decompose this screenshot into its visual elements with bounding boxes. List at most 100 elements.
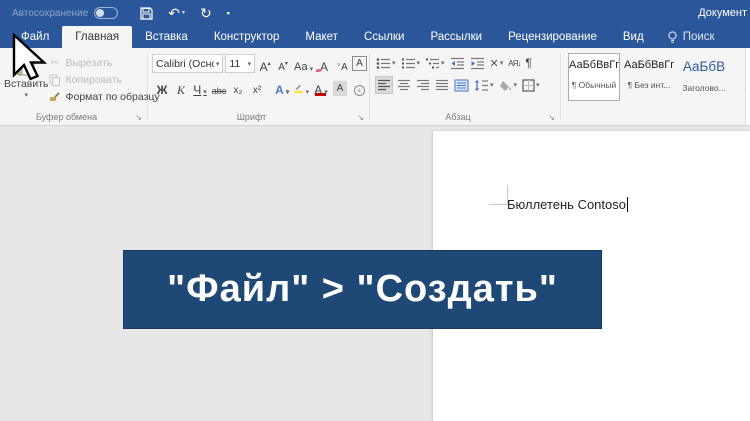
undo-button[interactable]: ↶ ▾ [168,6,185,20]
distribute-text-button[interactable] [453,76,470,94]
text-effects-button[interactable]: А ▾ [274,78,290,96]
align-center-button[interactable] [396,76,412,94]
paste-dropdown-icon[interactable]: ▾ [25,91,29,99]
paragraph-dialog-launcher-icon[interactable]: ↘ [548,114,555,122]
font-family-combobox[interactable]: Calibri (Осно ▾ [152,54,224,73]
tab-layout[interactable]: Макет [292,26,351,48]
asian-layout-button[interactable]: ✕ ▾ [489,54,505,72]
numbering-dropdown-icon[interactable]: ▾ [417,59,421,67]
show-paragraph-marks-button[interactable]: ¶ [524,54,532,72]
font-color-button[interactable]: А ▾ [313,78,329,96]
multilevel-dropdown-icon[interactable]: ▾ [441,59,445,67]
clear-formatting-button[interactable]: А [315,55,332,73]
tell-me-search[interactable]: Поиск [657,26,725,48]
justify-button[interactable] [434,76,450,94]
bullets-dropdown-icon[interactable]: ▾ [392,59,396,67]
underline-dropdown-icon[interactable]: ▾ [203,89,207,96]
search-label: Поиск [682,31,715,43]
lightbulb-icon [668,30,677,43]
style-label: Заголово... [682,83,726,93]
font-family-dropdown-icon[interactable]: ▾ [216,60,220,68]
style-preview: АаБбВвГг [569,59,619,71]
font-size-dropdown-icon[interactable]: ▾ [248,60,252,68]
tab-insert[interactable]: Вставка [132,26,201,48]
highlight-button[interactable]: ▾ [293,78,310,96]
tab-review[interactable]: Рецензирование [495,26,610,48]
copy-icon [49,74,62,86]
shading-dropdown-icon[interactable]: ▾ [514,81,518,89]
distribute-text-icon [454,79,469,91]
autosave-toggle[interactable] [94,7,119,19]
format-painter-button[interactable]: Формат по образцу [49,88,160,105]
tab-design[interactable]: Конструктор [201,26,293,48]
align-left-button[interactable] [375,76,393,94]
styles-gallery-scrollbar[interactable] [745,48,750,125]
clipboard-dialog-launcher-icon[interactable]: ↘ [135,114,142,122]
grow-font-icon: А [259,59,268,74]
grow-font-button[interactable]: А ▴ [257,55,273,73]
style-preview: АаБбВвГг [624,59,674,71]
style-card-normal[interactable]: АаБбВвГг ¶ Обычный [568,53,620,101]
italic-button[interactable]: К [173,78,189,96]
strikethrough-button[interactable]: abc [211,78,227,96]
line-spacing-button[interactable]: ▾ [473,76,495,94]
borders-button[interactable]: ▾ [521,76,541,94]
enclose-characters-button[interactable]: а [351,78,367,96]
cut-button[interactable]: ✂ Вырезать [49,54,160,71]
style-preview: АаБбВ [682,59,726,74]
font-group: Calibri (Осно ▾ 11 ▾ А ▴ А ▾ Аа ▾ А ッА А Ж … [148,48,369,125]
autosave-toggle-group[interactable]: Автосохранение [12,7,119,19]
word-window: Автосохранение ↶ ▾ ↻ ▪ Документ Файл Глав… [0,0,750,421]
copy-button[interactable]: Копировать [49,71,160,88]
bold-button[interactable]: Ж [154,78,170,96]
save-icon [140,6,153,20]
save-button[interactable] [140,6,153,20]
tab-references[interactable]: Ссылки [351,26,418,48]
bullets-button[interactable]: ▾ [375,54,397,72]
borders-dropdown-icon[interactable]: ▾ [536,81,540,89]
change-case-button[interactable]: Аа ▾ [293,55,314,73]
underline-button[interactable]: Ч ▾ [192,78,208,96]
align-right-icon [417,79,429,91]
align-right-button[interactable] [415,76,431,94]
shrink-font-button[interactable]: А ▾ [275,55,291,73]
document-heading[interactable]: Бюллетень Contoso [507,197,628,212]
multilevel-list-button[interactable]: ▾ [424,54,446,72]
line-spacing-dropdown-icon[interactable]: ▾ [490,81,494,89]
instruction-banner-text: "Файл" > "Создать" [167,268,558,310]
style-card-no-spacing[interactable]: АаБбВвГг ¶ Без инт... [623,53,675,101]
font-size-combobox[interactable]: 11 ▾ [225,54,256,73]
text-effects-dropdown-icon[interactable]: ▾ [286,89,290,96]
font-dialog-launcher-icon[interactable]: ↘ [357,114,364,122]
redo-button[interactable]: ↻ [200,6,212,20]
tab-home[interactable]: Главная [62,26,133,48]
clipboard-group-label: Буфер обмена [35,112,98,122]
character-shading-button[interactable]: А [332,78,348,96]
instruction-banner: "Файл" > "Создать" [123,250,602,329]
format-painter-icon [49,91,62,103]
borders-icon [522,78,535,92]
undo-dropdown-icon[interactable]: ▾ [182,10,185,16]
qat-more-button[interactable]: ▪ [227,8,230,18]
scissors-icon: ✂ [50,57,60,69]
bold-icon: Ж [156,83,168,97]
character-border-button[interactable]: А [351,56,367,71]
phonetic-guide-button[interactable]: ッА [334,55,350,73]
superscript-icon: x² [252,85,262,96]
shading-button[interactable]: ▾ [498,76,519,94]
change-case-icon: Аа [294,60,308,73]
highlight-dropdown-icon[interactable]: ▾ [305,89,309,96]
style-card-heading1[interactable]: АаБбВ Заголово... [678,53,730,101]
decrease-indent-button[interactable] [449,54,466,72]
subscript-button[interactable]: x₂ [230,78,246,96]
tab-mailings[interactable]: Рассылки [417,26,495,48]
numbering-button[interactable]: ▾ [400,54,422,72]
asian-layout-dropdown-icon[interactable]: ▾ [500,59,504,67]
tab-view[interactable]: Вид [610,26,657,48]
quick-access-toolbar: ↶ ▾ ↻ ▪ [140,6,230,20]
sort-button[interactable]: АЯ↓ [507,54,521,72]
superscript-button[interactable]: x² [249,78,265,96]
numbering-icon [401,58,415,68]
margin-crop-mark [489,204,508,205]
increase-indent-button[interactable] [469,54,486,72]
